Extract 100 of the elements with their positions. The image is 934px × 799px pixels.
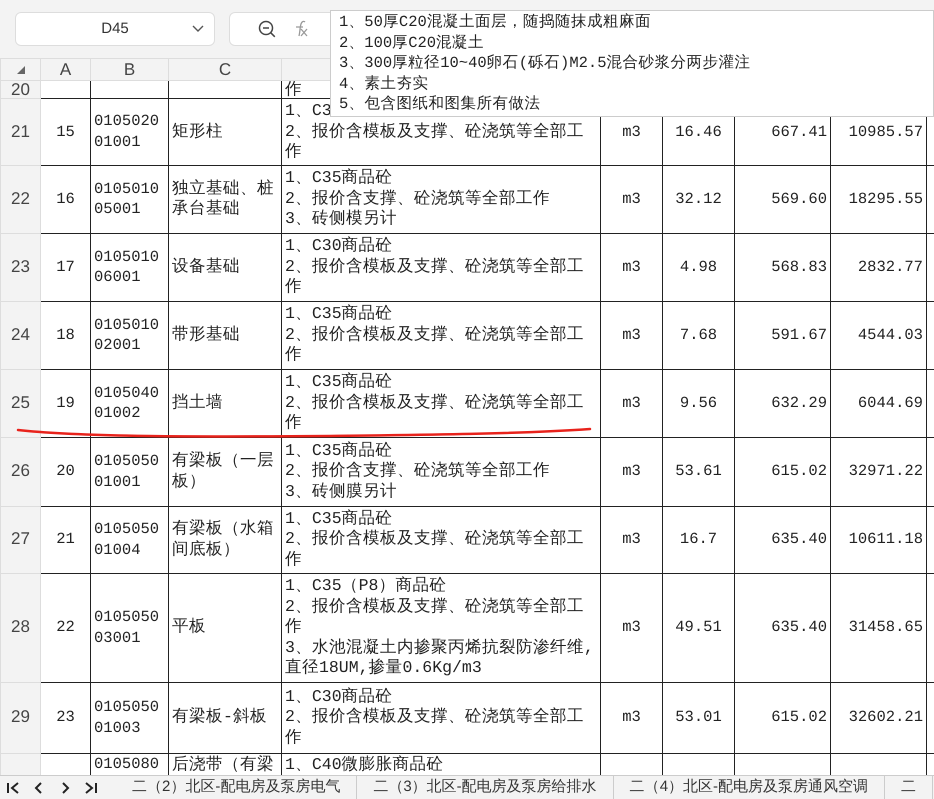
table-cell: 010501005001 — [90, 165, 168, 233]
formula-line: 2、100厚C20混凝土 — [339, 32, 486, 53]
row-header[interactable]: 20 — [0, 80, 40, 98]
table-cell: 16.7 — [662, 506, 734, 573]
table-cell: 010504001002 — [90, 369, 168, 437]
row-header[interactable]: 22 — [0, 165, 40, 233]
column-header[interactable]: C — [168, 58, 282, 80]
table-cell: 有梁板（水箱间底板） — [168, 506, 282, 573]
table-cell: 568.83 — [734, 233, 830, 301]
table-cell: m3 — [600, 506, 662, 573]
table-cell: 1、C40微膨胀商品砼 — [285, 754, 444, 774]
select-all-icon[interactable] — [16, 65, 26, 76]
table-cell: 32.12 — [662, 165, 734, 233]
table-cell: 1、C35（P8）商品砼 — [285, 576, 446, 597]
table-cell: 挡土墙 — [168, 369, 282, 437]
table-cell: 4544.03 — [830, 301, 926, 369]
table-cell: 1、C35商品砼 — [285, 508, 393, 530]
table-cell: 635.40 — [734, 506, 830, 573]
column-header[interactable]: B — [90, 58, 168, 80]
table-cell: 615.02 — [734, 437, 830, 506]
table-cell: 010505001003 — [90, 682, 168, 753]
formula-line: 5、包含图纸和图集所有做法 — [339, 94, 542, 114]
row-header[interactable]: 21 — [0, 98, 40, 165]
table-cell: 635.40 — [734, 573, 830, 682]
table-cell: 569.60 — [734, 165, 830, 233]
table-cell: 32602.21 — [830, 682, 926, 753]
table-cell: 9.56 — [662, 369, 734, 437]
table-cell: 6044.69 — [830, 369, 926, 437]
table-cell: 49.51 — [662, 573, 734, 682]
table-cell: 010505003001 — [90, 573, 168, 682]
table-cell: 010502001001 — [90, 98, 168, 165]
table-cell: 18 — [40, 301, 90, 369]
sheet-tab[interactable]: 二（4）北区-配电房及泵房通风空调 — [614, 776, 886, 799]
table-cell: m3 — [600, 301, 662, 369]
table-cell-text: 2、报价含模板及支撑、砼浇筑等全部工作 — [285, 392, 585, 434]
table-cell: 2、报价含支撑、砼浇筑等全部工作 — [285, 461, 550, 482]
table-cell: m3 — [600, 682, 662, 753]
table-cell: 20 — [40, 437, 90, 506]
table-cell: 31458.65 — [830, 573, 926, 682]
table-cell: 010501006001 — [90, 233, 168, 301]
table-cell-text: 2、报价含模板及支撑、砼浇筑等全部工作 — [285, 596, 585, 638]
table-cell: 53.61 — [662, 437, 734, 506]
last-sheet-icon — [83, 780, 99, 796]
table-cell-text: 2、报价含模板及支撑、砼浇筑等全部工作 — [285, 324, 585, 366]
table-cell: 591.67 — [734, 301, 830, 369]
row-header[interactable]: 28 — [0, 573, 40, 682]
table-cell: 2、报价含支撑、砼浇筑等全部工作 — [285, 188, 550, 210]
table-cell: 010505001004 — [90, 506, 168, 573]
sheet-tab[interactable]: 二（3）北区-配电房及泵房给排水 — [357, 776, 614, 799]
table-cell-text: 2、报价含模板及支撑、砼浇筑等全部工作 — [285, 707, 585, 748]
table-cell: 1、C30商品砼 — [285, 686, 393, 708]
table-cell: 有梁板-斜板 — [168, 682, 282, 753]
table-cell-text: 2、报价含模板及支撑、砼浇筑等全部工作 — [285, 256, 585, 298]
table-cell: 010501002001 — [90, 301, 168, 369]
table-cell: 设备基础 — [168, 233, 282, 301]
table-cell: 1、C35商品砼 — [285, 440, 393, 462]
table-cell: 1、C35商品砼 — [285, 372, 393, 393]
row-header[interactable]: 29 — [0, 682, 40, 753]
table-cell: 632.29 — [734, 369, 830, 437]
row-header[interactable]: 27 — [0, 506, 40, 573]
table-cell: 53.01 — [662, 682, 734, 753]
table-cell: 独立基础、桩承台基础 — [168, 165, 282, 233]
row-header[interactable]: 23 — [0, 233, 40, 301]
table-cell: 1、C30商品砼 — [285, 236, 393, 257]
formula-line: 4、素土夯实 — [339, 74, 430, 94]
row-header[interactable]: 24 — [0, 301, 40, 369]
table-cell: 010505001001 — [90, 437, 168, 506]
table-cell: 10611.18 — [830, 506, 926, 573]
table-cell: 矩形柱 — [168, 98, 282, 165]
table-cell: 23 — [40, 682, 90, 753]
table-cell: 带形基础 — [168, 301, 282, 369]
sheet-tab[interactable]: 二（2）北区-配电房及泵房电气 — [116, 776, 358, 799]
table-cell-text: 2、报价含模板及支撑、砼浇筑等全部工作 — [285, 122, 585, 162]
row-header[interactable]: 26 — [0, 437, 40, 506]
table-cell: 18295.55 — [830, 165, 926, 233]
table-cell: 3、砖侧模另计 — [285, 209, 397, 230]
table-cell: 有梁板（一层板） — [168, 437, 282, 506]
sheet-tab[interactable]: 二 — [885, 776, 934, 799]
table-cell: 平板 — [168, 573, 282, 682]
formula-line: 3、300厚粒径10~40卵石(砾石)M2.5混合砂浆分两步灌注 — [339, 53, 752, 74]
table-cell: 17 — [40, 233, 90, 301]
table-cell: 21 — [40, 506, 90, 573]
table-cell: 7.68 — [662, 301, 734, 369]
first-sheet-icon — [5, 780, 21, 796]
formula-line: 1、50厚C20混凝土面层，随捣随抹成粗麻面 — [339, 12, 652, 32]
zoom-icon[interactable] — [258, 20, 276, 38]
table-cell: 1、C35商品砼 — [285, 304, 393, 325]
table-cell: 3、水池混凝土内掺聚丙烯抗裂防渗纤维,直径18UM,掺量0.6Kg/m3 — [285, 638, 594, 679]
table-cell-text: 2、报价含模板及支撑、砼浇筑等全部工作 — [285, 529, 585, 570]
table-cell: m3 — [600, 165, 662, 233]
column-header[interactable]: A — [40, 58, 90, 80]
row-header[interactable]: 25 — [0, 369, 40, 437]
table-cell: 615.02 — [734, 682, 830, 753]
name-box[interactable]: D45 — [15, 12, 215, 46]
table-cell: 4.98 — [662, 233, 734, 301]
table-cell: 2832.77 — [830, 233, 926, 301]
table-cell: 16 — [40, 165, 90, 233]
table-cell: m3 — [600, 369, 662, 437]
table-cell: 19 — [40, 369, 90, 437]
table-cell: 3、砖侧膜另计 — [285, 482, 397, 502]
